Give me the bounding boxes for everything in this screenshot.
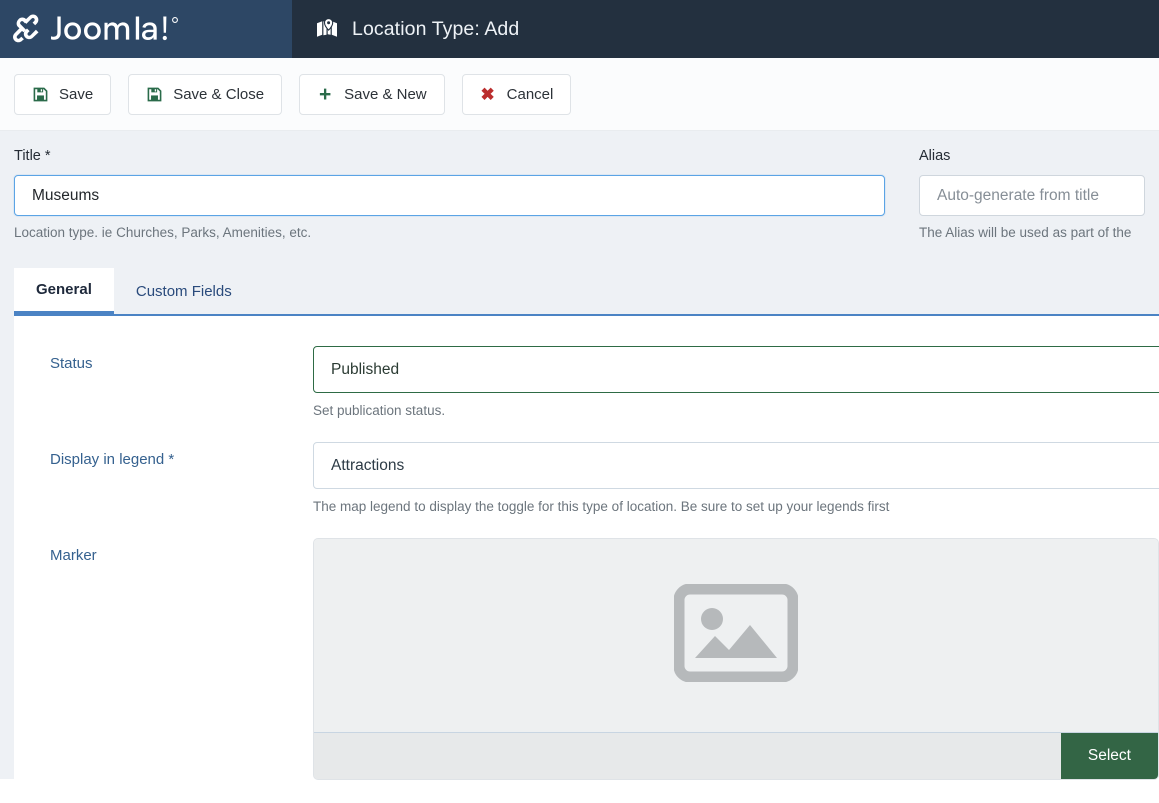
tab-list: General Custom Fields [0,268,1159,314]
save-and-close-button-label: Save & Close [173,85,265,103]
legend-help-text: The map legend to display the toggle for… [313,499,890,514]
general-tab-panel: Status Published Set publication status.… [14,314,1159,780]
title-required-marker: * [44,148,51,164]
status-help-text: Set publication status. [313,403,446,418]
editor-toolbar: Save Save & Close + Save & New ✖ Cancel [0,58,1159,131]
legend-select-value: Attractions [331,456,405,474]
cancel-button[interactable]: ✖ Cancel [461,73,572,115]
legend-label-text: Display in legend [50,451,165,468]
map-location-icon [315,17,339,41]
title-label-text: Title [14,148,41,164]
marker-preview-area[interactable] [314,539,1158,732]
title-field-group: Title * Location type. ie Churches, Park… [14,148,885,240]
title-help-text: Location type. ie Churches, Parks, Ameni… [14,225,312,240]
brand-area[interactable] [0,0,292,58]
cancel-button-label: Cancel [506,85,554,103]
plus-icon: + [318,82,332,106]
marker-media-panel: Select [313,538,1159,780]
legend-label: Display in legend * [14,442,313,468]
image-placeholder-icon [673,583,799,687]
marker-label: Marker [50,547,97,564]
alias-input[interactable] [919,175,1145,216]
subhead-fields: Title * Location type. ie Churches, Park… [0,131,1159,268]
legend-field-row: Display in legend * Attractions The map … [14,442,1159,538]
save-button[interactable]: Save [14,73,112,115]
marker-select-button[interactable]: Select [1060,733,1158,779]
tabs-region: General Custom Fields [0,268,1159,314]
save-and-new-button[interactable]: + Save & New [299,73,445,115]
alias-help-text: The Alias will be used as part of the [919,225,1132,240]
floppy-disk-icon [32,86,48,102]
joomla-logo-icon[interactable] [8,12,184,46]
legend-required-marker: * [168,451,175,468]
legend-select[interactable]: Attractions [313,442,1159,489]
status-select[interactable]: Published [313,346,1159,393]
floppy-disk-icon [146,86,162,102]
times-icon: ✖ [480,84,495,104]
marker-field-row: Marker Select [14,538,1159,780]
status-field-row: Status Published Set publication status. [14,346,1159,442]
save-and-new-button-label: Save & New [344,85,427,103]
title-input[interactable] [14,175,885,216]
page-title: Location Type: Add [352,17,520,40]
admin-header: Location Type: Add [0,0,1159,58]
alias-field-group: Alias The Alias will be used as part of … [919,148,1145,240]
save-button-label: Save [59,85,94,103]
left-gutter [0,314,14,779]
alias-label: Alias [919,148,951,164]
page-header: Location Type: Add [292,0,1159,58]
tab-general[interactable]: General [14,268,114,314]
tab-custom-fields[interactable]: Custom Fields [114,268,254,314]
title-label: Title * [14,148,885,164]
status-select-value: Published [331,360,400,378]
status-label: Status [50,355,93,372]
save-and-close-button[interactable]: Save & Close [128,73,283,115]
marker-panel-footer: Select [314,732,1158,779]
